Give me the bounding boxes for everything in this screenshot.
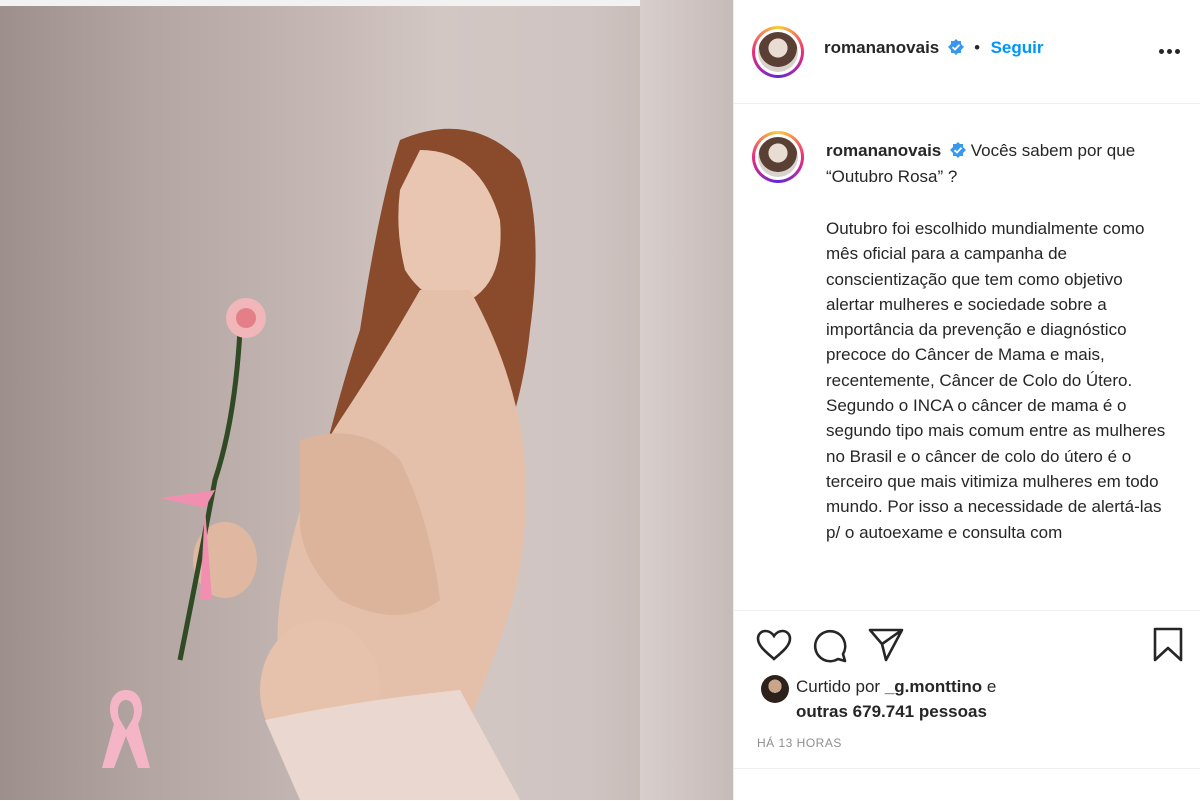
- verified-badge-icon: [947, 39, 964, 55]
- share-icon[interactable]: [868, 628, 904, 662]
- instagram-post: romananovais • Seguir romananovais Vocês…: [0, 0, 1200, 800]
- bookmark-icon[interactable]: [1152, 627, 1184, 663]
- verified-badge-icon: [950, 142, 966, 158]
- header-user-line: romananovais • Seguir: [824, 38, 1043, 58]
- header-username[interactable]: romananovais: [824, 38, 939, 57]
- caption-lead: romananovais Vocês sabem por que “Outubr…: [826, 138, 1166, 189]
- caption-author-avatar[interactable]: [752, 131, 804, 183]
- post-sidebar: romananovais • Seguir romananovais Vocês…: [733, 0, 1200, 800]
- add-comment-bar[interactable]: [734, 768, 1200, 801]
- liker-avatar[interactable]: [761, 675, 789, 703]
- likes-prefix: Curtido por: [796, 677, 881, 696]
- heart-icon[interactable]: [756, 629, 792, 661]
- caption-area: romananovais Vocês sabem por que “Outubr…: [734, 104, 1200, 610]
- likes-others[interactable]: outras 679.741 pessoas: [796, 702, 987, 721]
- post-photo-illustration: [160, 128, 536, 800]
- follow-button[interactable]: Seguir: [991, 38, 1044, 57]
- likes-summary: Curtido por _g.monttino e outras 679.741…: [796, 674, 996, 724]
- post-image[interactable]: [0, 0, 733, 800]
- more-options-icon[interactable]: [1159, 44, 1187, 58]
- author-avatar[interactable]: [752, 26, 804, 78]
- pink-ribbon-icon: [102, 690, 150, 768]
- header-separator: •: [974, 38, 981, 57]
- likes-conj: e: [986, 677, 997, 696]
- post-timestamp[interactable]: HÁ 13 HORAS: [757, 736, 842, 750]
- caption-username[interactable]: romananovais: [826, 141, 941, 160]
- post-header: romananovais • Seguir: [734, 0, 1200, 104]
- comment-icon[interactable]: [812, 628, 848, 664]
- liker-username[interactable]: _g.monttino: [885, 677, 982, 696]
- caption-body: Outubro foi escolhido mundialmente como …: [826, 219, 1166, 542]
